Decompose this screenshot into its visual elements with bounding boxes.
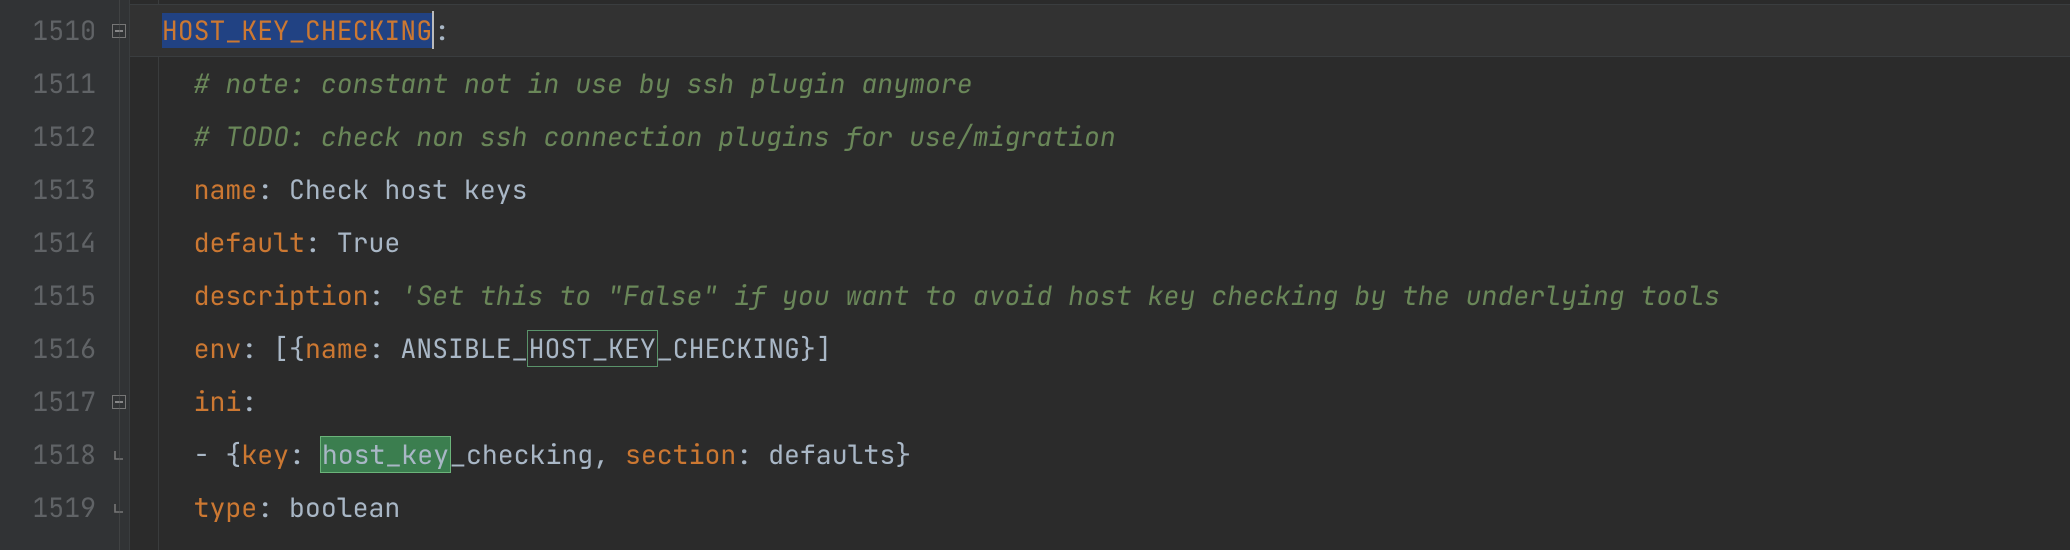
search-match-highlight: host_key bbox=[320, 436, 451, 473]
line-number[interactable]: 1519 bbox=[0, 481, 108, 534]
yaml-key: HOST_KEY_CHECKING bbox=[162, 13, 432, 48]
yaml-value: Check host keys bbox=[289, 172, 528, 207]
code-line[interactable]: # note: constant not in use by ssh plugi… bbox=[130, 57, 2070, 110]
line-number[interactable]: 1517 bbox=[0, 375, 108, 428]
yaml-string: 'Set this to "False" if you want to avoi… bbox=[400, 278, 1736, 313]
yaml-key: name bbox=[194, 172, 258, 207]
code-line[interactable]: # TODO: check non ssh connection plugins… bbox=[130, 110, 2070, 163]
line-number[interactable]: 1516 bbox=[0, 322, 108, 375]
yaml-key: env bbox=[194, 331, 242, 366]
yaml-value: True bbox=[337, 225, 401, 260]
code-line[interactable]: default: True bbox=[130, 216, 2070, 269]
comment: # note: constant not in use by ssh plugi… bbox=[194, 66, 973, 101]
line-number[interactable]: 1514 bbox=[0, 216, 108, 269]
line-number[interactable]: 1518 bbox=[0, 428, 108, 481]
code-area[interactable]: HOST_KEY_CHECKING: # note: constant not … bbox=[130, 0, 2070, 550]
search-match-highlight: HOST_KEY bbox=[527, 330, 658, 367]
line-number-gutter: 1510 1511 1512 1513 1514 1515 1516 1517 … bbox=[0, 0, 108, 550]
line-number[interactable]: 1513 bbox=[0, 163, 108, 216]
code-line[interactable]: HOST_KEY_CHECKING: bbox=[130, 4, 2070, 57]
yaml-key: description bbox=[194, 278, 369, 313]
line-number[interactable]: 1512 bbox=[0, 110, 108, 163]
code-line[interactable]: description: 'Set this to "False" if you… bbox=[130, 269, 2070, 322]
yaml-value: boolean bbox=[289, 490, 400, 525]
code-line[interactable]: ini: bbox=[130, 375, 2070, 428]
fold-gutter bbox=[108, 0, 130, 550]
yaml-key: type bbox=[194, 490, 258, 525]
code-line[interactable]: name: Check host keys bbox=[130, 163, 2070, 216]
line-number[interactable]: 1511 bbox=[0, 57, 108, 110]
code-line[interactable]: - {key: host_key_checking, section: defa… bbox=[130, 428, 2070, 481]
code-line[interactable]: env: [{name: ANSIBLE_HOST_KEY_CHECKING}] bbox=[130, 322, 2070, 375]
code-line[interactable]: type: boolean bbox=[130, 481, 2070, 534]
fold-guide-line bbox=[119, 0, 120, 550]
comment: # TODO: check non ssh connection plugins… bbox=[194, 119, 1116, 154]
line-number[interactable]: 1510 bbox=[0, 4, 108, 57]
yaml-key: default bbox=[194, 225, 305, 260]
code-editor[interactable]: 1510 1511 1512 1513 1514 1515 1516 1517 … bbox=[0, 0, 2070, 550]
line-number[interactable]: 1515 bbox=[0, 269, 108, 322]
yaml-key: ini bbox=[194, 384, 242, 419]
